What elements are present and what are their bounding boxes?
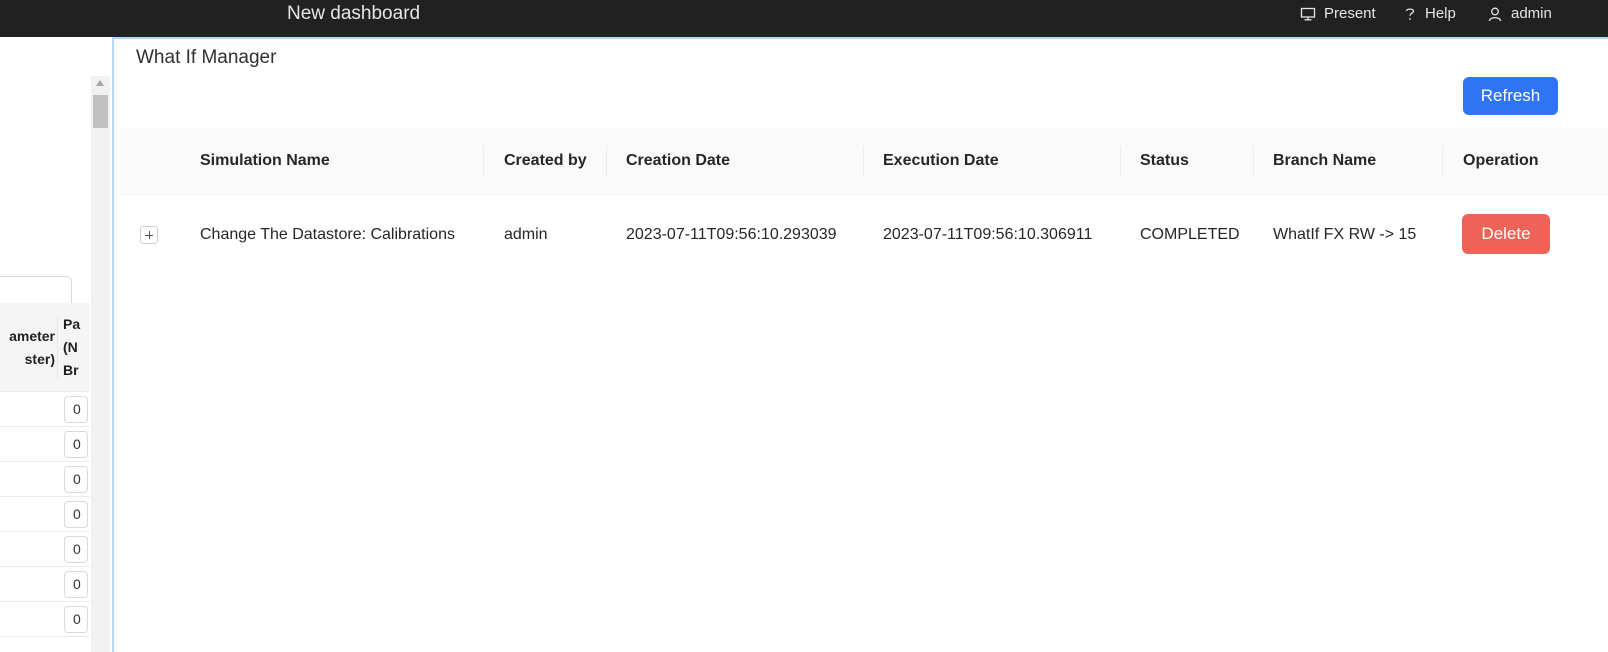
header-divider	[57, 317, 58, 379]
table-row: 0	[0, 567, 90, 602]
status-cell: COMPLETED	[1140, 226, 1240, 243]
user-icon	[1487, 6, 1503, 22]
parameter-table-header: ameter ster) Pa (N Br	[0, 303, 90, 392]
column-divider	[1120, 146, 1121, 176]
user-menu[interactable]: admin	[1487, 5, 1552, 22]
parameter-value-input[interactable]: 0	[64, 466, 88, 493]
column-branch-name: Branch Name	[1273, 152, 1377, 169]
parameter-value-input[interactable]: 0	[64, 396, 88, 423]
scroll-up-icon[interactable]	[96, 80, 104, 86]
scroll-thumb[interactable]	[93, 95, 108, 128]
delete-button[interactable]: Delete	[1462, 214, 1550, 254]
parameter-master-header: ameter ster)	[9, 328, 55, 367]
vertical-scrollbar[interactable]	[91, 76, 110, 652]
present-button[interactable]: Present	[1300, 5, 1376, 22]
expand-row-icon[interactable]	[140, 226, 158, 244]
help-label: Help	[1425, 5, 1456, 22]
user-label: admin	[1511, 5, 1552, 22]
column-operation: Operation	[1463, 152, 1539, 169]
table-row: 0	[0, 462, 90, 497]
table-row: 0	[0, 532, 90, 567]
column-divider	[1253, 146, 1254, 176]
parameter-branch-header: Pa (N Br	[63, 316, 81, 378]
column-divider	[606, 146, 607, 176]
table-header: Simulation Name Created by Creation Date…	[120, 128, 1608, 195]
left-background-panel: ameter ster) Pa (N Br 0 0 0 0 0 0 0	[0, 37, 113, 652]
column-simulation-name: Simulation Name	[200, 152, 330, 169]
parameter-value-input[interactable]: 0	[64, 501, 88, 528]
panel-title: What If Manager	[136, 47, 277, 68]
column-divider	[483, 146, 484, 176]
simulation-name-cell: Change The Datastore: Calibrations	[200, 226, 455, 243]
parameter-value-input[interactable]: 0	[64, 571, 88, 598]
monitor-icon	[1300, 6, 1316, 22]
help-button[interactable]: Help	[1403, 5, 1456, 22]
creation-date-cell: 2023-07-11T09:56:10.293039	[626, 226, 837, 243]
what-if-manager-panel: What If Manager Refresh Simulation Name …	[112, 37, 1608, 652]
table-row: 0	[0, 392, 90, 427]
parameter-value-input[interactable]: 0	[64, 431, 88, 458]
dashboard-title: New dashboard	[287, 3, 421, 24]
question-icon	[1403, 6, 1417, 22]
branch-name-cell: WhatIf FX RW -> 15	[1273, 226, 1417, 243]
table-row: 0	[0, 497, 90, 532]
parameter-value-input[interactable]: 0	[64, 606, 88, 633]
created-by-cell: admin	[504, 226, 548, 243]
table-row: 0	[0, 602, 90, 637]
execution-date-cell: 2023-07-11T09:56:10.306911	[883, 226, 1093, 243]
table-row: 0	[0, 427, 90, 462]
column-execution-date: Execution Date	[883, 152, 999, 169]
column-created-by: Created by	[504, 152, 587, 169]
column-creation-date: Creation Date	[626, 152, 731, 169]
refresh-button[interactable]: Refresh	[1463, 77, 1558, 115]
present-label: Present	[1324, 5, 1376, 22]
column-divider	[863, 146, 864, 176]
top-bar: New dashboard Present Help admin	[0, 0, 1608, 37]
column-divider	[1442, 146, 1443, 176]
parameter-value-input[interactable]: 0	[64, 536, 88, 563]
column-status: Status	[1140, 152, 1189, 169]
table-row: Change The Datastore: Calibrations admin…	[120, 195, 1608, 275]
